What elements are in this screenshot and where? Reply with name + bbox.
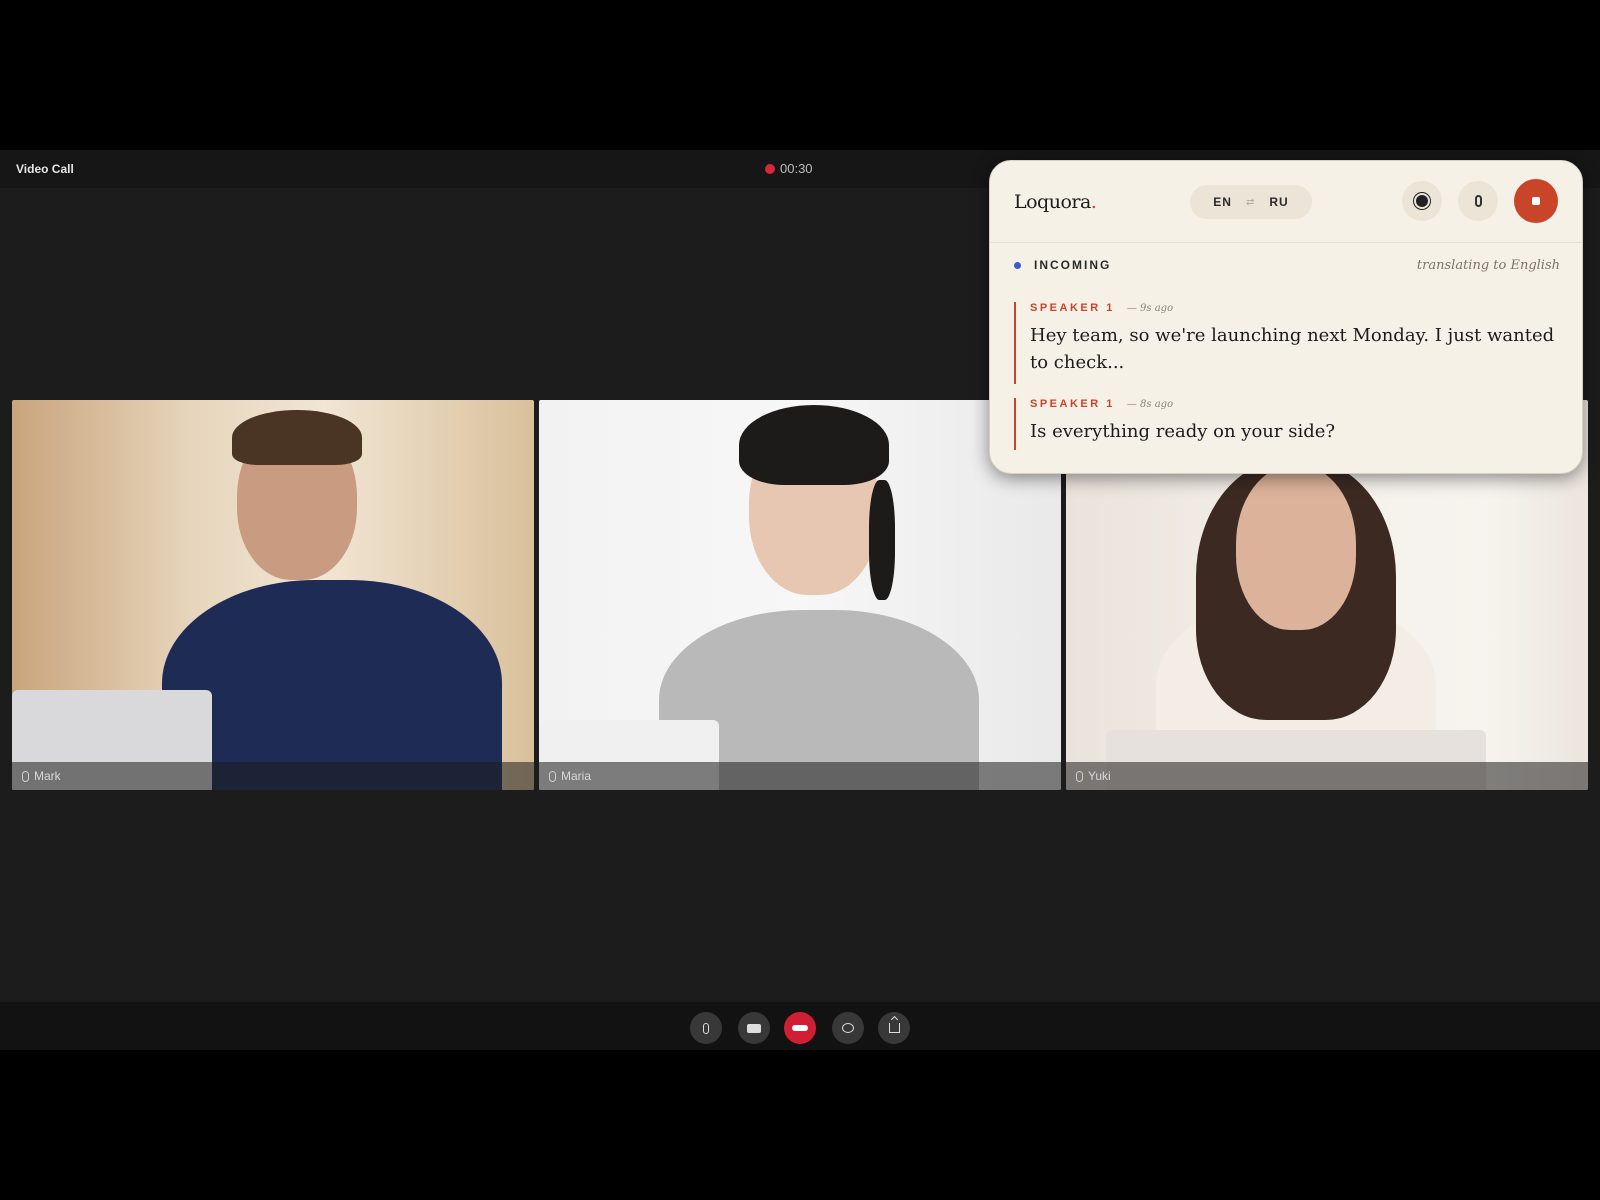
microphone-icon — [1076, 770, 1083, 782]
chat-icon — [842, 1023, 854, 1033]
end-call-icon — [792, 1025, 808, 1031]
speaker-label: SPEAKER 1 — [1030, 398, 1115, 410]
recording-dot-icon — [765, 163, 775, 174]
source-language: EN — [1213, 195, 1232, 209]
participant-name-bar: Maria — [539, 762, 1061, 790]
call-timer: 00:30 — [765, 161, 813, 176]
translator-logo: Loquora. — [1014, 191, 1097, 213]
speaker-label: SPEAKER 1 — [1030, 302, 1115, 314]
microphone-icon — [1474, 195, 1482, 207]
speaker-line: SPEAKER 1 — 8s ago — [1030, 398, 1560, 410]
translator-header: Loquora. EN ⇄ RU — [990, 161, 1582, 243]
chat-button[interactable] — [832, 1012, 864, 1044]
share-screen-icon — [888, 1023, 900, 1033]
settings-button[interactable] — [1402, 181, 1442, 221]
microphone-icon — [703, 1022, 709, 1034]
participant-name: Yuki — [1088, 769, 1111, 783]
transcript-entry: SPEAKER 1 — 9s ago Hey team, so we're lau… — [1014, 302, 1560, 384]
participant-tile-maria[interactable]: Maria — [539, 400, 1061, 790]
translator-panel: Loquora. EN ⇄ RU INCOMING translating to… — [989, 160, 1583, 474]
toggle-microphone-button[interactable] — [690, 1012, 722, 1044]
transcript-entry: SPEAKER 1 — 8s ago Is everything ready on… — [1014, 398, 1560, 450]
end-call-button[interactable] — [784, 1012, 816, 1044]
camera-icon — [747, 1023, 761, 1033]
incoming-label: INCOMING — [1034, 258, 1112, 272]
language-pair-toggle[interactable]: EN ⇄ RU — [1190, 185, 1312, 219]
stop-translation-button[interactable] — [1514, 179, 1558, 223]
participant-name-bar: Yuki — [1066, 762, 1588, 790]
window-title: Video Call — [16, 162, 74, 176]
transcript-text: Hey team, so we're launching next Monday… — [1030, 325, 1555, 373]
swap-languages-icon: ⇄ — [1245, 196, 1256, 208]
speaker-line: SPEAKER 1 — 9s ago — [1030, 302, 1560, 314]
entry-timestamp: — 8s ago — [1126, 399, 1174, 410]
microphone-icon — [22, 770, 29, 782]
participant-name: Mark — [34, 769, 61, 783]
participant-tile-mark[interactable]: Mark — [12, 400, 534, 790]
incoming-status-dot-icon — [1014, 262, 1021, 269]
incoming-section-header: INCOMING translating to English — [1014, 256, 1560, 276]
entry-timestamp: — 9s ago — [1126, 303, 1174, 314]
participant-name-bar: Mark — [12, 762, 534, 790]
microphone-icon — [549, 770, 556, 782]
stop-icon — [1532, 197, 1540, 205]
transcript-text: Is everything ready on your side? — [1030, 421, 1336, 442]
share-screen-button[interactable] — [878, 1012, 910, 1044]
translator-microphone-button[interactable] — [1458, 181, 1498, 221]
call-timer-text: 00:30 — [780, 161, 813, 176]
call-control-bar — [0, 1002, 1600, 1050]
target-language: RU — [1269, 195, 1289, 209]
translation-direction-note: translating to English — [1416, 258, 1560, 273]
participant-name: Maria — [561, 769, 592, 783]
toggle-camera-button[interactable] — [738, 1012, 770, 1044]
gear-icon — [1416, 195, 1428, 207]
